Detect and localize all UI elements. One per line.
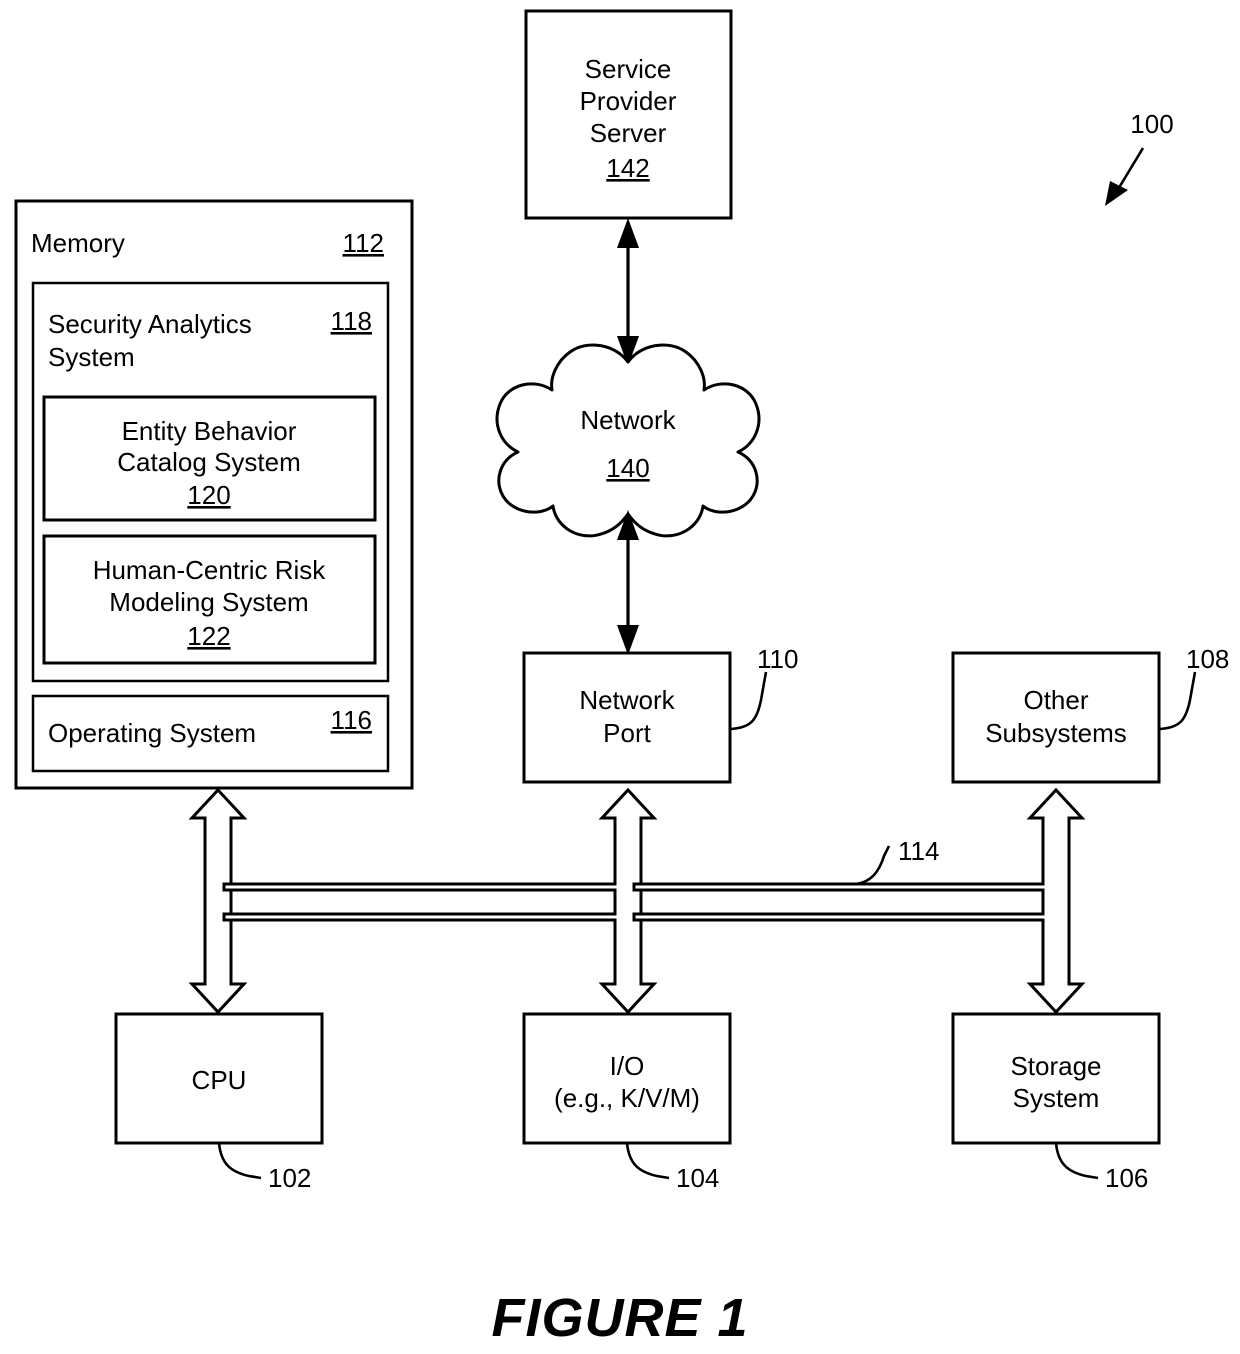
- service-provider-server-line-2: Provider: [580, 86, 677, 116]
- cpu-label: CPU: [192, 1065, 247, 1095]
- entity-behavior-catalog-system-ref: 120: [187, 480, 230, 510]
- memory-ref: 112: [343, 228, 384, 258]
- io-line-2: (e.g., K/V/M): [554, 1083, 700, 1113]
- human-centric-risk-modeling-system-block: Human-Centric Risk Modeling System 122: [42, 534, 377, 665]
- cpu-ref: 102: [268, 1163, 311, 1193]
- other-subsystems-ref: 108: [1186, 644, 1229, 674]
- memory-label: Memory: [31, 228, 125, 258]
- operating-system-label: Operating System: [48, 718, 256, 748]
- other-subsystems-block: Other Subsystems 108: [951, 644, 1229, 784]
- human-centric-risk-modeling-system-line-2: Modeling System: [109, 587, 308, 617]
- storage-system-block: Storage System 106: [951, 1012, 1161, 1193]
- security-analytics-system-block: Security Analytics System 118 Entity Beh…: [31, 281, 390, 683]
- figure-caption: FIGURE 1: [491, 1288, 748, 1348]
- network-cloud-label: Network: [580, 405, 676, 435]
- entity-behavior-catalog-system-block: Entity Behavior Catalog System 120: [42, 395, 377, 522]
- server-cloud-arrow: [617, 218, 639, 366]
- network-cloud-ref: 140: [606, 453, 649, 483]
- entity-behavior-catalog-system-line-2: Catalog System: [117, 447, 301, 477]
- human-centric-risk-modeling-system-ref: 122: [187, 621, 230, 651]
- storage-system-line-2: System: [1013, 1083, 1100, 1113]
- system-bus: 114: [188, 787, 1086, 1015]
- service-provider-server-ref: 142: [606, 153, 649, 183]
- security-analytics-system-ref: 118: [331, 306, 372, 336]
- system-ref: 100: [1130, 109, 1173, 139]
- io-ref: 104: [676, 1163, 719, 1193]
- storage-system-ref: 106: [1105, 1163, 1148, 1193]
- other-subsystems-line-1: Other: [1023, 685, 1088, 715]
- service-provider-server-block: Service Provider Server 142: [524, 9, 733, 220]
- operating-system-ref: 116: [331, 705, 372, 735]
- figure-1-diagram: Service Provider Server 142 Network 140 …: [0, 0, 1240, 1354]
- service-provider-server-line-3: Server: [590, 118, 667, 148]
- cpu-block: CPU 102: [114, 1012, 324, 1193]
- system-bus-ref: 114: [898, 836, 939, 866]
- memory-block: Memory 112 Security Analytics System 118…: [14, 199, 414, 790]
- service-provider-server-line-1: Service: [585, 54, 672, 84]
- security-analytics-system-line-1: Security Analytics: [48, 309, 252, 339]
- cloud-network-port-arrow: [617, 510, 639, 655]
- operating-system-block: Operating System 116: [31, 694, 390, 773]
- entity-behavior-catalog-system-line-1: Entity Behavior: [122, 416, 297, 446]
- other-subsystems-line-2: Subsystems: [985, 718, 1127, 748]
- io-line-1: I/O: [610, 1051, 645, 1081]
- security-analytics-system-line-2: System: [48, 342, 135, 372]
- network-port-block: Network Port 110: [522, 644, 798, 784]
- human-centric-risk-modeling-system-line-1: Human-Centric Risk: [93, 555, 327, 585]
- network-cloud-block: Network 140: [495, 343, 761, 538]
- io-block: I/O (e.g., K/V/M) 104: [522, 1012, 732, 1193]
- network-port-line-1: Network: [579, 685, 675, 715]
- network-port-ref: 110: [757, 644, 798, 674]
- storage-system-line-1: Storage: [1010, 1051, 1101, 1081]
- network-port-line-2: Port: [603, 718, 651, 748]
- system-100-callout: 100: [1105, 109, 1174, 206]
